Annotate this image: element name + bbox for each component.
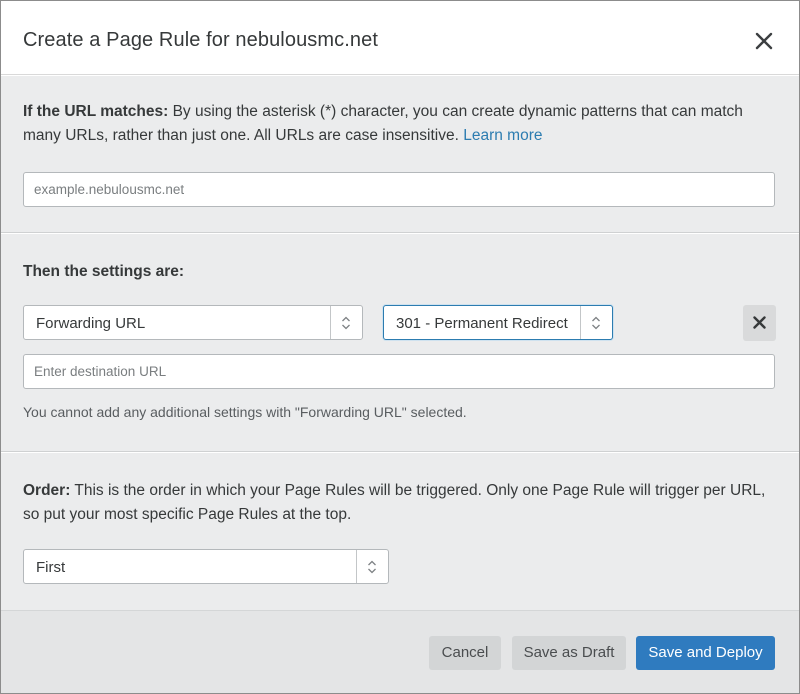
settings-heading: Then the settings are: xyxy=(23,263,185,280)
redirect-status-value: 301 - Permanent Redirect xyxy=(396,315,568,332)
save-and-deploy-button[interactable]: Save and Deploy xyxy=(636,636,775,670)
cancel-button[interactable]: Cancel xyxy=(429,636,501,670)
order-section: Order: This is the order in which your P… xyxy=(1,453,799,610)
destination-url-input[interactable] xyxy=(23,354,775,389)
dialog-footer: Cancel Save as Draft Save and Deploy xyxy=(1,610,799,693)
order-label: Order: xyxy=(23,482,71,499)
forwarding-note: You cannot add any additional settings w… xyxy=(23,404,467,420)
save-as-draft-button[interactable]: Save as Draft xyxy=(512,636,626,670)
url-match-label: If the URL matches: xyxy=(23,103,169,120)
url-match-description: If the URL matches: By using the asteris… xyxy=(23,100,773,148)
url-match-section: If the URL matches: By using the asteris… xyxy=(1,76,799,233)
redirect-status-select[interactable]: 301 - Permanent Redirect xyxy=(383,305,613,340)
remove-setting-button[interactable] xyxy=(743,305,776,341)
setting-type-select[interactable]: Forwarding URL xyxy=(23,305,363,340)
dialog-title: Create a Page Rule for nebulousmc.net xyxy=(23,29,379,51)
close-icon xyxy=(753,316,766,329)
settings-section: Then the settings are: Forwarding URL 30… xyxy=(1,234,799,452)
url-pattern-input[interactable] xyxy=(23,172,775,207)
setting-type-value: Forwarding URL xyxy=(36,315,146,332)
learn-more-link[interactable]: Learn more xyxy=(463,127,542,144)
select-arrows-icon xyxy=(356,550,388,583)
select-arrows-icon xyxy=(580,306,612,339)
select-arrows-icon xyxy=(330,306,362,339)
order-description: Order: This is the order in which your P… xyxy=(23,479,773,527)
close-icon[interactable] xyxy=(751,28,777,54)
page-rule-dialog: Create a Page Rule for nebulousmc.net If… xyxy=(0,0,800,694)
dialog-header: Create a Page Rule for nebulousmc.net xyxy=(1,1,799,75)
order-select[interactable]: First xyxy=(23,549,389,584)
order-value: First xyxy=(36,559,66,576)
order-text: This is the order in which your Page Rul… xyxy=(23,482,766,523)
